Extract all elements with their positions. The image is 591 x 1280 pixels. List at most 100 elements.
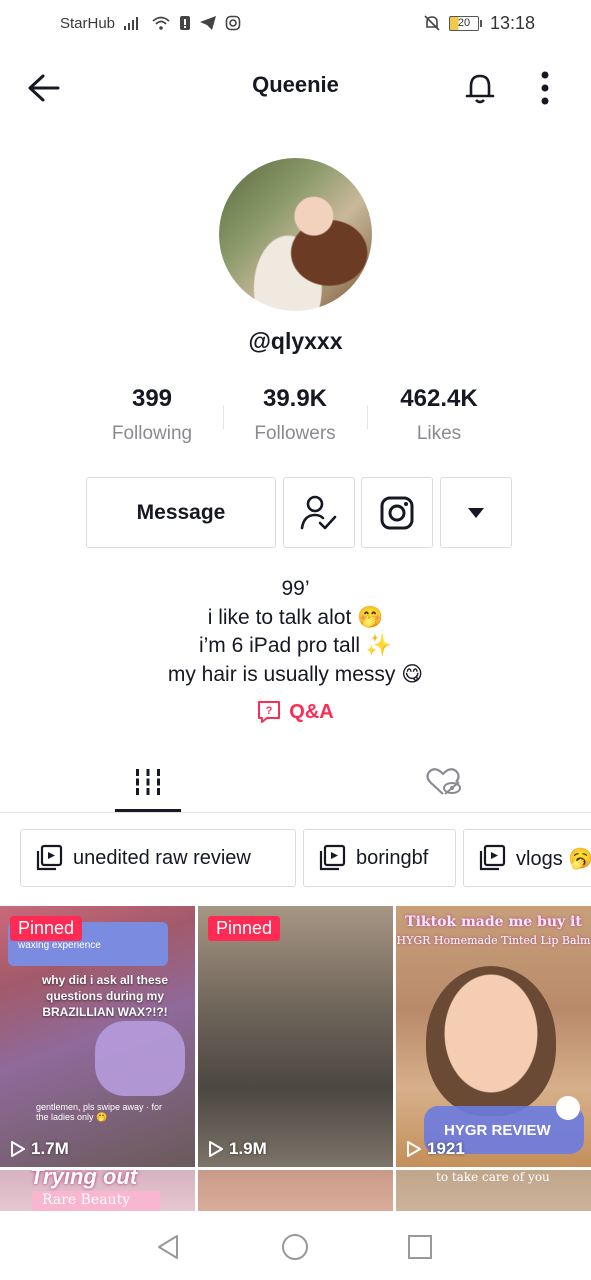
video-title: Tiktok made me buy it [405, 914, 582, 930]
avatar[interactable] [219, 158, 372, 311]
view-count-value: 1.9M [229, 1139, 267, 1158]
stat-value: 39.9K [262, 385, 328, 412]
triangle-back-icon [158, 1235, 178, 1259]
playlist-label: vlogs 🥱 [516, 847, 591, 870]
view-count: 1.7M [10, 1139, 69, 1159]
profile-header: Queenie [0, 52, 591, 122]
following-button[interactable] [283, 477, 355, 548]
tiktok-logo-icon [556, 1096, 580, 1120]
qa-label: Q&A [289, 700, 334, 723]
playlist-icon [36, 844, 63, 871]
battery-icon: 20 [448, 15, 482, 31]
video-tile[interactable]: Trying out Rare Beauty [0, 1170, 195, 1211]
bio-line: i’m 6 iPad pro tall ✨ [198, 634, 393, 657]
tab-liked[interactable] [296, 752, 591, 812]
stat-followers[interactable]: 39.9K Followers [223, 385, 367, 445]
instagram-button[interactable] [361, 477, 433, 548]
video-tile[interactable]: waxing experience why did i ask all thes… [0, 906, 195, 1167]
user-check-icon [300, 495, 337, 529]
clock: 13:18 [489, 12, 535, 33]
bio: 99’ i like to talk alot 🤭 i’m 6 iPad pro… [0, 575, 591, 689]
play-outline-icon [11, 1141, 25, 1157]
video-tile[interactable]: Pinned 1.9M [198, 906, 393, 1167]
tab-videos[interactable] [0, 752, 296, 812]
profile-stats: 399 Following 39.9K Followers 462.4K Lik… [80, 385, 512, 455]
video-caption: why did i ask all these questions during… [41, 973, 169, 1019]
mute-bell-icon [423, 14, 441, 32]
instagram-notification-icon [225, 15, 241, 31]
qa-link[interactable]: ? Q&A [0, 700, 591, 724]
playlist-icon [319, 844, 346, 871]
playlist-chip[interactable]: vlogs 🥱 [463, 829, 591, 887]
view-count-value: 1.7M [31, 1139, 69, 1158]
video-tile[interactable]: to take care of you [396, 1170, 591, 1211]
stat-value: 399 [131, 385, 173, 412]
signal-icon [123, 15, 143, 31]
bio-line: 99’ [281, 577, 310, 600]
vertical-dots-icon [541, 71, 549, 105]
carrier-name: StarHub [60, 14, 116, 32]
video-caption: to take care of you [436, 1170, 550, 1184]
battery-level: 20 [448, 15, 479, 31]
bio-line: my hair is usually messy 😋 [167, 662, 424, 686]
bio-line: i like to talk alot 🤭 [207, 605, 384, 629]
more-actions-button[interactable] [440, 477, 512, 548]
svg-text:?: ? [266, 705, 273, 717]
telegram-icon [199, 15, 217, 31]
bell-icon [465, 74, 495, 104]
view-count: 1921 [406, 1139, 465, 1159]
stat-following[interactable]: 399 Following [80, 385, 224, 445]
video-card-text: waxing experience [18, 940, 101, 951]
tab-indicator [115, 809, 181, 812]
more-options-button[interactable] [523, 66, 567, 110]
pinned-badge: Pinned [208, 916, 281, 941]
video-footer-text: gentlemen, pls swipe away · for the ladi… [36, 1102, 163, 1122]
hidden-heart-icon [426, 768, 461, 795]
video-subtitle: Rare Beauty [42, 1192, 131, 1208]
stat-value: 462.4K [400, 385, 478, 412]
grid-bars-icon [136, 769, 160, 795]
video-tile[interactable]: Tiktok made me buy it HYGR Homemade Tint… [396, 906, 591, 1167]
playlist-chip[interactable]: unedited raw review [20, 829, 296, 887]
video-tile[interactable] [198, 1170, 393, 1211]
playlist-icon [479, 844, 506, 871]
notifications-button[interactable] [458, 66, 502, 110]
message-button[interactable]: Message [86, 477, 276, 548]
video-badge: HYGR REVIEW [444, 1122, 551, 1139]
stat-label: Followers [254, 423, 336, 444]
status-bar-right: 20 13:18 [423, 13, 535, 34]
dropdown-triangle-icon [468, 507, 484, 518]
username: @qlyxxx [248, 328, 343, 354]
status-bar: StarHub 20 13:18 [0, 0, 591, 46]
video-thumbnail-face [426, 966, 556, 1116]
qa-icon: ? [258, 701, 281, 723]
page-title: Queenie [252, 72, 339, 97]
video-title: Trying out [30, 1170, 138, 1189]
instagram-icon [380, 496, 414, 529]
nav-back-button[interactable] [150, 1229, 186, 1265]
wifi-icon [151, 15, 171, 31]
view-count: 1.9M [208, 1139, 267, 1159]
system-nav-bar [0, 1211, 591, 1280]
video-subtitle: HYGR Homemade Tinted Lip Balm [396, 934, 591, 947]
circle-home-icon [282, 1234, 308, 1260]
playlist-chip[interactable]: boringbf [303, 829, 456, 887]
stat-label: Likes [416, 423, 462, 444]
play-outline-icon [209, 1141, 223, 1157]
square-recents-icon [408, 1235, 432, 1259]
playlist-label: boringbf [356, 846, 429, 869]
video-thumbnail-shape [95, 1021, 185, 1096]
nav-recents-button[interactable] [402, 1229, 438, 1265]
stat-label: Following [111, 423, 193, 444]
nav-home-button[interactable] [277, 1229, 313, 1265]
video-grid: waxing experience why did i ask all thes… [0, 906, 591, 1211]
alert-icon [179, 15, 191, 31]
profile-tabs [0, 752, 591, 813]
view-count-value: 1921 [427, 1139, 465, 1158]
stat-likes[interactable]: 462.4K Likes [367, 385, 511, 445]
play-outline-icon [407, 1141, 421, 1157]
playlists-row: unedited raw review boringbf vlogs 🥱 [20, 829, 591, 888]
playlist-label: unedited raw review [73, 846, 251, 869]
pinned-badge: Pinned [10, 916, 83, 941]
status-bar-left: StarHub [60, 15, 241, 32]
